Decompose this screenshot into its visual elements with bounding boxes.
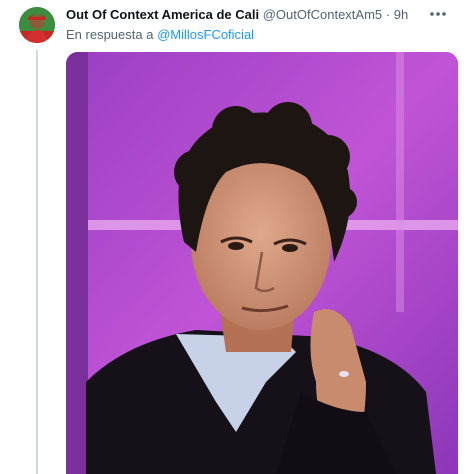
reply-prefix: En respuesta a <box>66 27 154 42</box>
author-handle[interactable]: @OutOfContextAm5 <box>263 7 382 22</box>
more-horizontal-icon <box>430 12 446 16</box>
more-options-button[interactable] <box>426 4 450 24</box>
tweet-media-image[interactable] <box>66 52 458 474</box>
avatar[interactable] <box>19 7 55 43</box>
thread-connector-line <box>36 50 38 474</box>
author-name[interactable]: Out Of Context America de Cali <box>66 7 259 22</box>
separator-dot: · <box>385 7 391 22</box>
reply-context: En respuesta a @MillosFCoficial <box>66 27 254 43</box>
reply-mention-link[interactable]: @MillosFCoficial <box>157 27 254 42</box>
avatar-image <box>19 7 55 43</box>
tweet-timestamp[interactable]: 9h <box>394 7 408 22</box>
photo-man-thinking <box>66 52 458 474</box>
tweet-header: Out Of Context America de Cali @OutOfCon… <box>66 7 434 23</box>
